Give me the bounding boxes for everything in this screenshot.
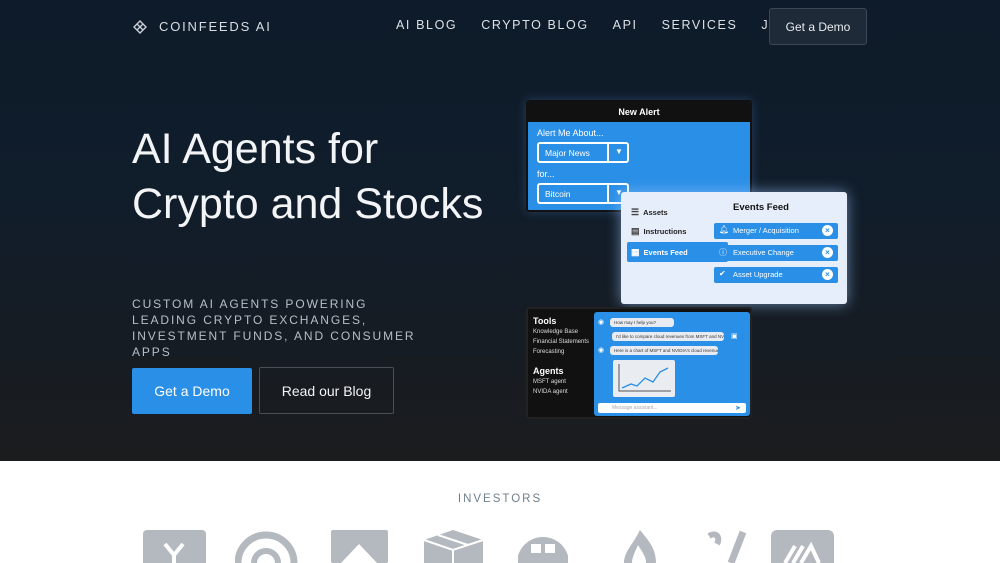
event-item: ✔ Asset Upgrade × (714, 267, 838, 283)
alert-asset-dropdown: Bitcoin ▼ (537, 183, 629, 204)
new-alert-title: New Alert (528, 102, 750, 122)
nav-get-demo-button[interactable]: Get a Demo (769, 8, 867, 45)
brand-logo[interactable]: COINFEEDS AI (133, 19, 272, 34)
calendar-icon: ▦ (631, 247, 640, 257)
chevron-down-icon: ▼ (615, 147, 623, 156)
tools-heading: Tools (533, 316, 557, 326)
dropdown-divider (607, 144, 609, 161)
read-blog-button[interactable]: Read our Blog (259, 367, 394, 414)
agent-item: MSFT agent (533, 379, 566, 385)
events-feed-card: ☰ Assets ▤ Instructions ▦ Events Feed Ev… (621, 192, 847, 304)
investors-heading: INVESTORS (457, 493, 543, 505)
robot-icon: ▣ (731, 333, 738, 340)
get-demo-button[interactable]: Get a Demo (132, 368, 252, 414)
sidebar-item-label: Events Feed (643, 248, 688, 257)
events-feed-title: Events Feed (733, 202, 789, 213)
event-item: ⓘ Executive Change × (714, 245, 838, 261)
investor-logo-seal-icon (517, 530, 569, 563)
chat-message: How may I help you? (610, 318, 674, 327)
dropdown-divider (607, 185, 609, 202)
eye-icon: ◉ (598, 319, 605, 326)
nav-link-ai-blog[interactable]: AI BLOG (396, 18, 457, 32)
close-icon: × (822, 269, 833, 280)
brand-name: COINFEEDS AI (159, 19, 272, 34)
bell-icon: 🔔︎ (719, 225, 730, 234)
alert-asset-value: Bitcoin (545, 189, 571, 199)
close-icon: × (822, 225, 833, 236)
hero-headline: AI Agents for Crypto and Stocks (132, 125, 484, 228)
chat-message: Here is a chart of MSFT and NVIDIA's clo… (610, 346, 718, 355)
sidebar-item-assets: ☰ Assets (631, 207, 668, 218)
database-icon: ☰ (631, 207, 640, 217)
event-item-label: Asset Upgrade (733, 270, 783, 279)
chat-pane: ◉ How may I help you? I'd like to compar… (594, 312, 750, 416)
investor-logo-frame-icon (331, 530, 388, 563)
alert-me-label: Alert Me About... (537, 128, 604, 138)
chat-message: I'd like to compare cloud revenues from … (612, 332, 724, 341)
check-icon: ✔ (719, 269, 726, 278)
sidebar-item-events-feed: ▦ Events Feed (627, 242, 728, 262)
investor-logo-circle-icon (234, 530, 298, 563)
investor-logo-y-icon (143, 530, 206, 563)
sidebar-item-label: Assets (643, 208, 668, 217)
chat-input: Message assistant... (598, 403, 746, 413)
mini-line-chart (613, 360, 675, 397)
alert-topic-value: Major News (545, 148, 590, 158)
alert-topic-dropdown: Major News ▼ (537, 142, 629, 163)
info-icon: ⓘ (719, 248, 727, 257)
sidebar-item-label: Instructions (643, 227, 687, 236)
investor-logo-slash-icon (705, 530, 750, 563)
tool-item: Knowledge Base (533, 329, 579, 335)
for-label: for... (537, 169, 555, 179)
nav-links: AI BLOG CRYPTO BLOG API SERVICES JOBS (396, 18, 824, 32)
investor-logo-stripes-icon (771, 530, 834, 563)
tool-item: Forecasting (533, 349, 565, 355)
nav-link-api[interactable]: API (613, 18, 638, 32)
coinfeeds-logo-icon (133, 19, 147, 34)
sidebar-item-events-feed-inner: ▦ Events Feed (631, 247, 688, 258)
agents-heading: Agents (533, 366, 564, 376)
close-icon: × (822, 247, 833, 258)
clipboard-icon: ▤ (631, 226, 640, 236)
top-nav: COINFEEDS AI AI BLOG CRYPTO BLOG API SER… (0, 0, 1000, 52)
event-item-label: Executive Change (733, 248, 794, 257)
agent-item: NVIDA agent (533, 389, 568, 395)
assistant-chat-card: Tools Knowledge Base Financial Statement… (526, 307, 752, 419)
event-item: 🔔︎ Merger / Acquisition × (714, 223, 838, 239)
hero-subheadline: CUSTOM AI AGENTS POWERING LEADING CRYPTO… (132, 297, 416, 359)
tool-item: Financial Statements (533, 339, 590, 345)
nav-link-services[interactable]: SERVICES (662, 18, 738, 32)
investor-logo-flame-icon (618, 530, 662, 563)
eye-icon: ◉ (598, 347, 605, 354)
hero-section: COINFEEDS AI AI BLOG CRYPTO BLOG API SER… (0, 0, 1000, 461)
investor-logo-box-icon (422, 530, 485, 563)
send-icon: ➤ (735, 405, 741, 412)
mini-line-chart-graphic (618, 364, 671, 392)
nav-link-crypto-blog[interactable]: CRYPTO BLOG (481, 18, 588, 32)
sidebar-item-instructions: ▤ Instructions (631, 226, 686, 237)
event-item-label: Merger / Acquisition (733, 226, 799, 235)
